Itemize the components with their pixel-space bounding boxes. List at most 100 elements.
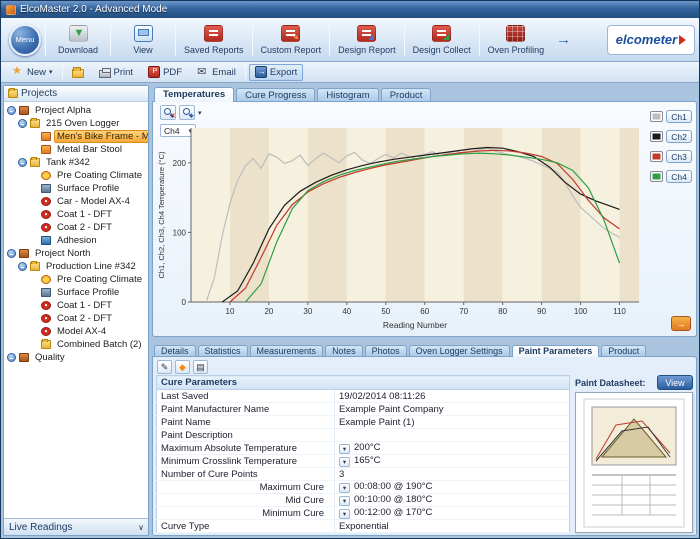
tree-item-project-north[interactable]: Project North: [4, 247, 148, 260]
zoom-options-caret-icon[interactable]: ▾: [198, 109, 202, 117]
tree-item-project-alpha[interactable]: Project Alpha: [4, 104, 148, 117]
new-star-icon: [12, 66, 24, 78]
expander-icon[interactable]: [18, 119, 27, 128]
legend-swatch-ch3[interactable]: [650, 151, 663, 162]
tree-item-model-ax-4[interactable]: Model AX-4: [4, 325, 148, 338]
new-button[interactable]: New▾: [6, 64, 59, 81]
tree-item-metal-bar-stool[interactable]: Metal Bar Stool: [4, 143, 148, 156]
ribbon-button-custom-report[interactable]: Custom Report: [253, 20, 330, 59]
projects-panel-title: Projects: [21, 88, 57, 99]
svg-text:80: 80: [498, 307, 507, 316]
svg-text:Reading Number: Reading Number: [383, 320, 447, 330]
menu-icon: Menu: [9, 24, 41, 56]
tree-item-215-oven-logger[interactable]: 215 Oven Logger: [4, 117, 148, 130]
param-value: Exponential: [335, 520, 570, 533]
tree-item-men-s-bike-frame-mscf26[interactable]: Men's Bike Frame - MSCF26: [4, 130, 148, 143]
param-label: Minimum Crosslink Temperature: [157, 455, 335, 468]
tree-item-car-model-ax-4[interactable]: Car - Model AX-4: [4, 195, 148, 208]
expander-icon[interactable]: [7, 353, 16, 362]
tab-paint-parameters[interactable]: Paint Parameters: [512, 345, 600, 357]
tree-item-label: Project North: [32, 247, 93, 260]
expander-icon[interactable]: [18, 262, 27, 271]
toolbar-separator: [62, 65, 63, 79]
ribbon-button-label: Design Report: [338, 45, 396, 55]
folder-icon: [30, 158, 40, 167]
tree-item-tank-342[interactable]: Tank #342: [4, 156, 148, 169]
menu-button[interactable]: Menu: [5, 20, 45, 59]
legend-button-ch2[interactable]: Ch2: [666, 130, 692, 143]
forward-arrow-icon[interactable]: →: [552, 20, 575, 59]
tree-item-pre-coating-climate[interactable]: Pre Coating Climate: [4, 169, 148, 182]
datasheet-thumbnail[interactable]: [575, 392, 693, 533]
tree-item-coat-2-dft[interactable]: Coat 2 - DFT: [4, 221, 148, 234]
datasheet-grid-button[interactable]: ▤: [193, 360, 208, 374]
expander-icon[interactable]: [7, 249, 16, 258]
ribbon-button-oven-profiling[interactable]: Oven Profiling: [480, 20, 553, 59]
gauge-icon: [41, 223, 51, 232]
custom-report-icon: [281, 25, 300, 42]
tree-item-coat-1-dft[interactable]: Coat 1 - DFT: [4, 299, 148, 312]
pdf-button[interactable]: PDF: [142, 64, 188, 81]
live-readings-bar[interactable]: Live Readings ∨: [4, 518, 148, 535]
design-collect-icon: [432, 25, 451, 42]
tab-product[interactable]: Product: [381, 88, 432, 102]
tree-item-label: Model AX-4: [54, 325, 109, 338]
print-button[interactable]: Print: [93, 64, 140, 81]
ribbon-button-design-collect[interactable]: Design Collect: [405, 20, 479, 59]
param-row-last-saved: Last Saved19/02/2014 08:11:26: [157, 390, 570, 403]
legend-button-ch3[interactable]: Ch3: [666, 150, 692, 163]
logo-text: elcometer: [616, 32, 677, 47]
tree-item-label: Coat 2 - DFT: [54, 221, 115, 234]
tree-item-pre-coating-climate[interactable]: Pre Coating Climate: [4, 273, 148, 286]
tree-item-production-line-342[interactable]: Production Line #342: [4, 260, 148, 273]
dropdown-button[interactable]: ▾: [339, 496, 350, 506]
svg-text:110: 110: [613, 307, 626, 316]
dropdown-button[interactable]: ▾: [339, 457, 350, 467]
tree-item-combined-batch-2[interactable]: Combined Batch (2): [4, 338, 148, 351]
tree-item-surface-profile[interactable]: Surface Profile: [4, 286, 148, 299]
ribbon-button-saved-reports[interactable]: Saved Reports: [176, 20, 252, 59]
tree-item-adhesion[interactable]: Adhesion: [4, 234, 148, 247]
view-datasheet-button[interactable]: View: [657, 375, 693, 390]
export-button[interactable]: Export: [249, 64, 303, 81]
tree-item-coat-2-dft[interactable]: Coat 2 - DFT: [4, 312, 148, 325]
cure-table-body: Cure Parameters Last Saved19/02/2014 08:…: [157, 376, 570, 533]
title-bar[interactable]: ElcoMaster 2.0 - Advanced Mode: [1, 1, 699, 18]
param-value: [335, 429, 570, 442]
param-row-maximum-absolute-temperature: Maximum Absolute Temperature▾200°C: [157, 442, 570, 455]
expander-icon[interactable]: [18, 158, 27, 167]
paint-parameters-panel: ✎ ◆ ▤ Cure Parameters Last Saved19: [152, 356, 697, 536]
tree-item-label: Adhesion: [54, 234, 100, 247]
open-folder-button[interactable]: [66, 64, 90, 81]
legend-swatch-ch1[interactable]: [650, 111, 663, 122]
dropdown-button[interactable]: ▾: [339, 509, 350, 519]
tree-item-coat-1-dft[interactable]: Coat 1 - DFT: [4, 208, 148, 221]
param-label: Minimum Cure: [157, 507, 335, 520]
batch-orange-icon: [41, 145, 51, 154]
legend-button-ch4[interactable]: Ch4: [666, 170, 692, 183]
tree-item-quality[interactable]: Quality: [4, 351, 148, 364]
ribbon-button-download[interactable]: Download: [46, 20, 110, 59]
legend-swatch-ch2[interactable]: [650, 131, 663, 142]
color-button[interactable]: ◆: [175, 360, 190, 374]
legend-button-ch1[interactable]: Ch1: [666, 110, 692, 123]
param-row-curve-type: Curve TypeExponential: [157, 520, 570, 533]
temperature-chart[interactable]: 1020304050607080901001100100200Reading N…: [155, 118, 649, 334]
tree-item-surface-profile[interactable]: Surface Profile: [4, 182, 148, 195]
tab-temperatures[interactable]: Temperatures: [154, 87, 234, 102]
ribbon-button-view[interactable]: View: [111, 20, 175, 59]
top-tab-strip: TemperaturesCure ProgressHistogramProduc…: [152, 85, 697, 101]
legend-swatch-ch4[interactable]: [650, 171, 663, 182]
email-button[interactable]: Email: [191, 64, 242, 81]
chart-export-button[interactable]: →: [671, 316, 691, 331]
tab-histogram[interactable]: Histogram: [317, 88, 378, 102]
expander-icon[interactable]: [7, 106, 16, 115]
dropdown-button[interactable]: ▾: [339, 444, 350, 454]
ribbon-button-label: Saved Reports: [184, 45, 244, 55]
chevron-down-icon[interactable]: ∨: [138, 523, 143, 532]
legend-row-ch1: Ch1: [650, 110, 692, 123]
ribbon-button-design-report[interactable]: Design Report: [330, 20, 404, 59]
tab-cure-progress[interactable]: Cure Progress: [236, 88, 315, 102]
edit-button[interactable]: ✎: [157, 360, 172, 374]
dropdown-button[interactable]: ▾: [339, 483, 350, 493]
